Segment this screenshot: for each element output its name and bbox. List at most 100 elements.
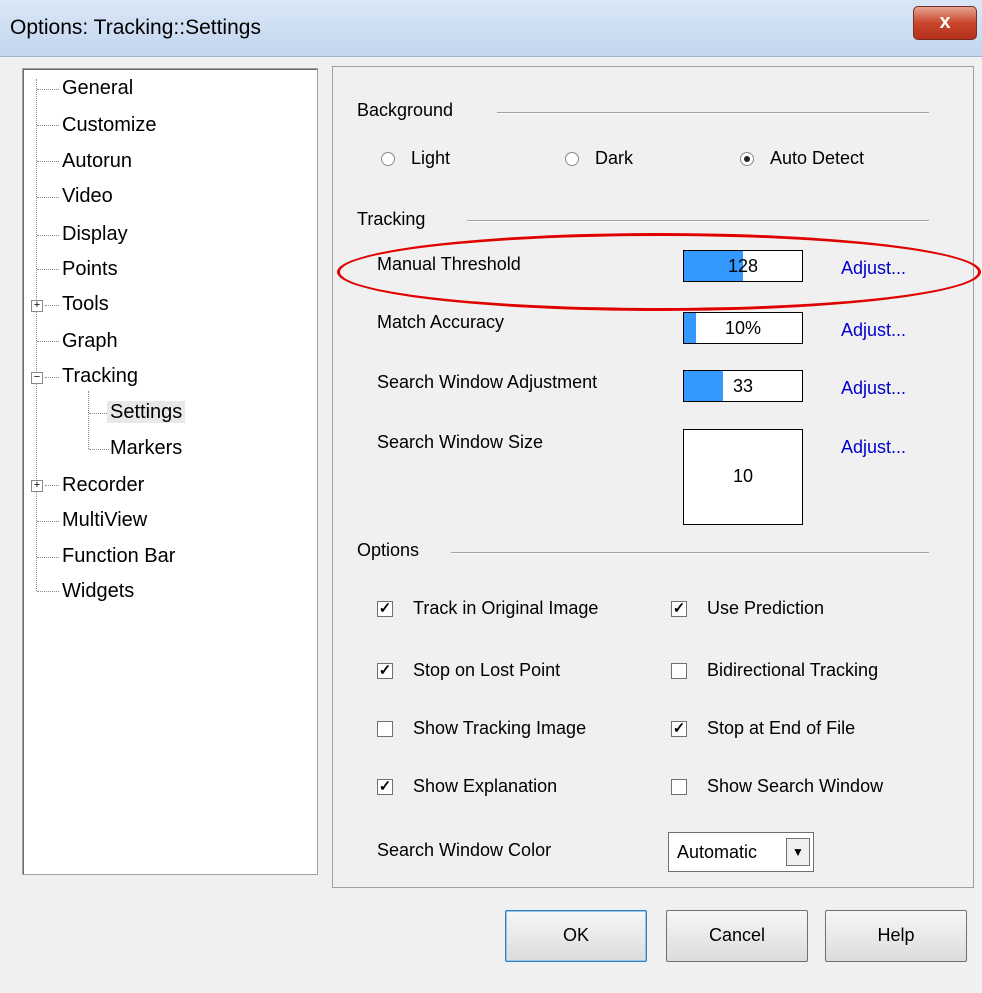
manual-threshold-label: Manual Threshold	[377, 254, 521, 274]
tree-item-label: MultiView	[62, 509, 148, 531]
tree-item-general[interactable]: General	[59, 75, 136, 103]
tree-item-tools[interactable]: Tools	[59, 291, 112, 319]
checkbox-label: Show Search Window	[707, 776, 884, 796]
tree-item-graph[interactable]: Graph	[59, 328, 121, 356]
tree-item-label: Points	[62, 258, 118, 280]
tree-connector	[37, 89, 59, 90]
radio-auto-detect-icon	[740, 152, 754, 167]
options-group-label: Options	[357, 540, 420, 560]
radio-auto-detect-label: Auto Detect	[770, 148, 865, 168]
tree-item-label: Recorder	[62, 474, 145, 496]
tree-item-function-bar[interactable]: Function Bar	[59, 543, 178, 571]
radio-dark[interactable]: Dark	[565, 148, 633, 169]
cancel-button[interactable]: Cancel	[666, 910, 808, 962]
search-window-adjustment-adjust-link[interactable]: Adjust...	[841, 378, 906, 399]
tree-connector	[37, 521, 59, 522]
options-tree[interactable]: + − + General Customize Autorun Video Di…	[22, 68, 318, 875]
radio-light-label: Light	[411, 148, 451, 168]
search-window-size-box: 10	[683, 429, 803, 525]
checkbox-label: Use Prediction	[707, 598, 825, 618]
options-group-line	[451, 552, 929, 554]
tree-connector	[89, 449, 109, 450]
checkbox-icon	[671, 779, 687, 796]
tree-connector	[37, 125, 59, 126]
tree-item-label: General	[62, 77, 134, 99]
checkbox-icon: ✓	[377, 600, 393, 618]
checkbox-use-prediction[interactable]: ✓ Use Prediction	[671, 598, 824, 619]
checkbox-icon: ✓	[671, 600, 687, 618]
tree-tracking-child-line	[88, 391, 89, 449]
search-window-adjustment-value-box: 33	[683, 370, 803, 402]
checkbox-show-explanation[interactable]: ✓ Show Explanation	[377, 776, 557, 797]
checkbox-bidirectional-tracking[interactable]: Bidirectional Tracking	[671, 660, 878, 681]
search-window-size-value: 10	[732, 466, 754, 486]
settings-panel	[332, 66, 974, 888]
search-window-color-label: Search Window Color	[377, 840, 552, 860]
checkbox-label: Stop on Lost Point	[413, 660, 561, 680]
tree-item-label: Widgets	[62, 580, 135, 602]
checkbox-icon	[377, 721, 393, 738]
tree-connector	[37, 341, 59, 342]
checkbox-label: Show Tracking Image	[413, 718, 587, 738]
tree-root-line	[36, 79, 37, 591]
tree-item-label: Video	[62, 185, 113, 207]
checkbox-icon: ✓	[671, 720, 687, 738]
match-accuracy-adjust-link[interactable]: Adjust...	[841, 320, 906, 341]
tree-connector	[37, 269, 59, 270]
match-accuracy-label: Match Accuracy	[377, 312, 505, 332]
checkbox-stop-at-end-of-file[interactable]: ✓ Stop at End of File	[671, 718, 855, 739]
help-button[interactable]: Help	[825, 910, 967, 962]
checkbox-label: Show Explanation	[413, 776, 558, 796]
title-bar: Options: Tracking::Settings x	[0, 0, 982, 57]
tree-connector	[45, 305, 59, 306]
radio-auto-detect[interactable]: Auto Detect	[740, 148, 864, 169]
tree-item-label: Display	[62, 223, 128, 245]
tree-item-label: Settings	[107, 401, 186, 423]
tree-connector	[37, 161, 59, 162]
tree-connector	[45, 485, 59, 486]
match-accuracy-value: 10%	[724, 318, 762, 338]
tree-connector	[37, 557, 59, 558]
manual-threshold-value-box: 128	[683, 250, 803, 282]
manual-threshold-adjust-link[interactable]: Adjust...	[841, 258, 906, 279]
tree-item-video[interactable]: Video	[59, 183, 116, 211]
tree-item-widgets[interactable]: Widgets	[59, 578, 137, 606]
tree-item-label: Tools	[62, 293, 109, 315]
tree-item-label: Customize	[62, 114, 157, 136]
tree-item-display[interactable]: Display	[59, 221, 131, 249]
background-group-label: Background	[357, 100, 454, 120]
search-window-adjustment-value: 33	[732, 376, 754, 396]
search-window-size-adjust-link[interactable]: Adjust...	[841, 437, 906, 458]
manual-threshold-value: 128	[727, 256, 759, 276]
dropdown-arrow-icon[interactable]: ▼	[786, 838, 810, 866]
tree-item-settings[interactable]: Settings	[107, 399, 186, 427]
tree-item-recorder[interactable]: Recorder	[59, 472, 147, 500]
search-window-color-value: Automatic	[677, 842, 758, 862]
search-window-adjustment-label: Search Window Adjustment	[377, 372, 598, 392]
checkbox-icon	[671, 663, 687, 680]
checkbox-label: Track in Original Image	[413, 598, 599, 618]
tree-item-label: Markers	[110, 437, 183, 459]
expand-recorder-icon[interactable]: +	[31, 480, 43, 492]
expand-tools-icon[interactable]: +	[31, 300, 43, 312]
search-window-color-dropdown[interactable]: Automatic ▼	[668, 832, 814, 872]
tree-item-multiview[interactable]: MultiView	[59, 507, 150, 535]
radio-light[interactable]: Light	[381, 148, 450, 169]
checkbox-track-in-original-image[interactable]: ✓ Track in Original Image	[377, 598, 598, 619]
tree-item-label: Tracking	[62, 365, 138, 387]
tree-item-tracking[interactable]: Tracking	[59, 363, 141, 391]
close-button[interactable]: x	[913, 6, 977, 40]
tree-item-autorun[interactable]: Autorun	[59, 148, 135, 176]
ok-button[interactable]: OK	[505, 910, 647, 962]
tree-item-points[interactable]: Points	[59, 256, 121, 284]
checkbox-show-tracking-image[interactable]: Show Tracking Image	[377, 718, 586, 739]
checkbox-label: Bidirectional Tracking	[707, 660, 879, 680]
background-group-line	[497, 112, 929, 114]
checkbox-stop-on-lost-point[interactable]: ✓ Stop on Lost Point	[377, 660, 560, 681]
checkbox-show-search-window[interactable]: Show Search Window	[671, 776, 883, 797]
collapse-tracking-icon[interactable]: −	[31, 372, 43, 384]
radio-dark-label: Dark	[595, 148, 634, 168]
tree-item-markers[interactable]: Markers	[107, 435, 185, 463]
radio-dark-icon	[565, 152, 579, 167]
tree-item-customize[interactable]: Customize	[59, 112, 159, 140]
